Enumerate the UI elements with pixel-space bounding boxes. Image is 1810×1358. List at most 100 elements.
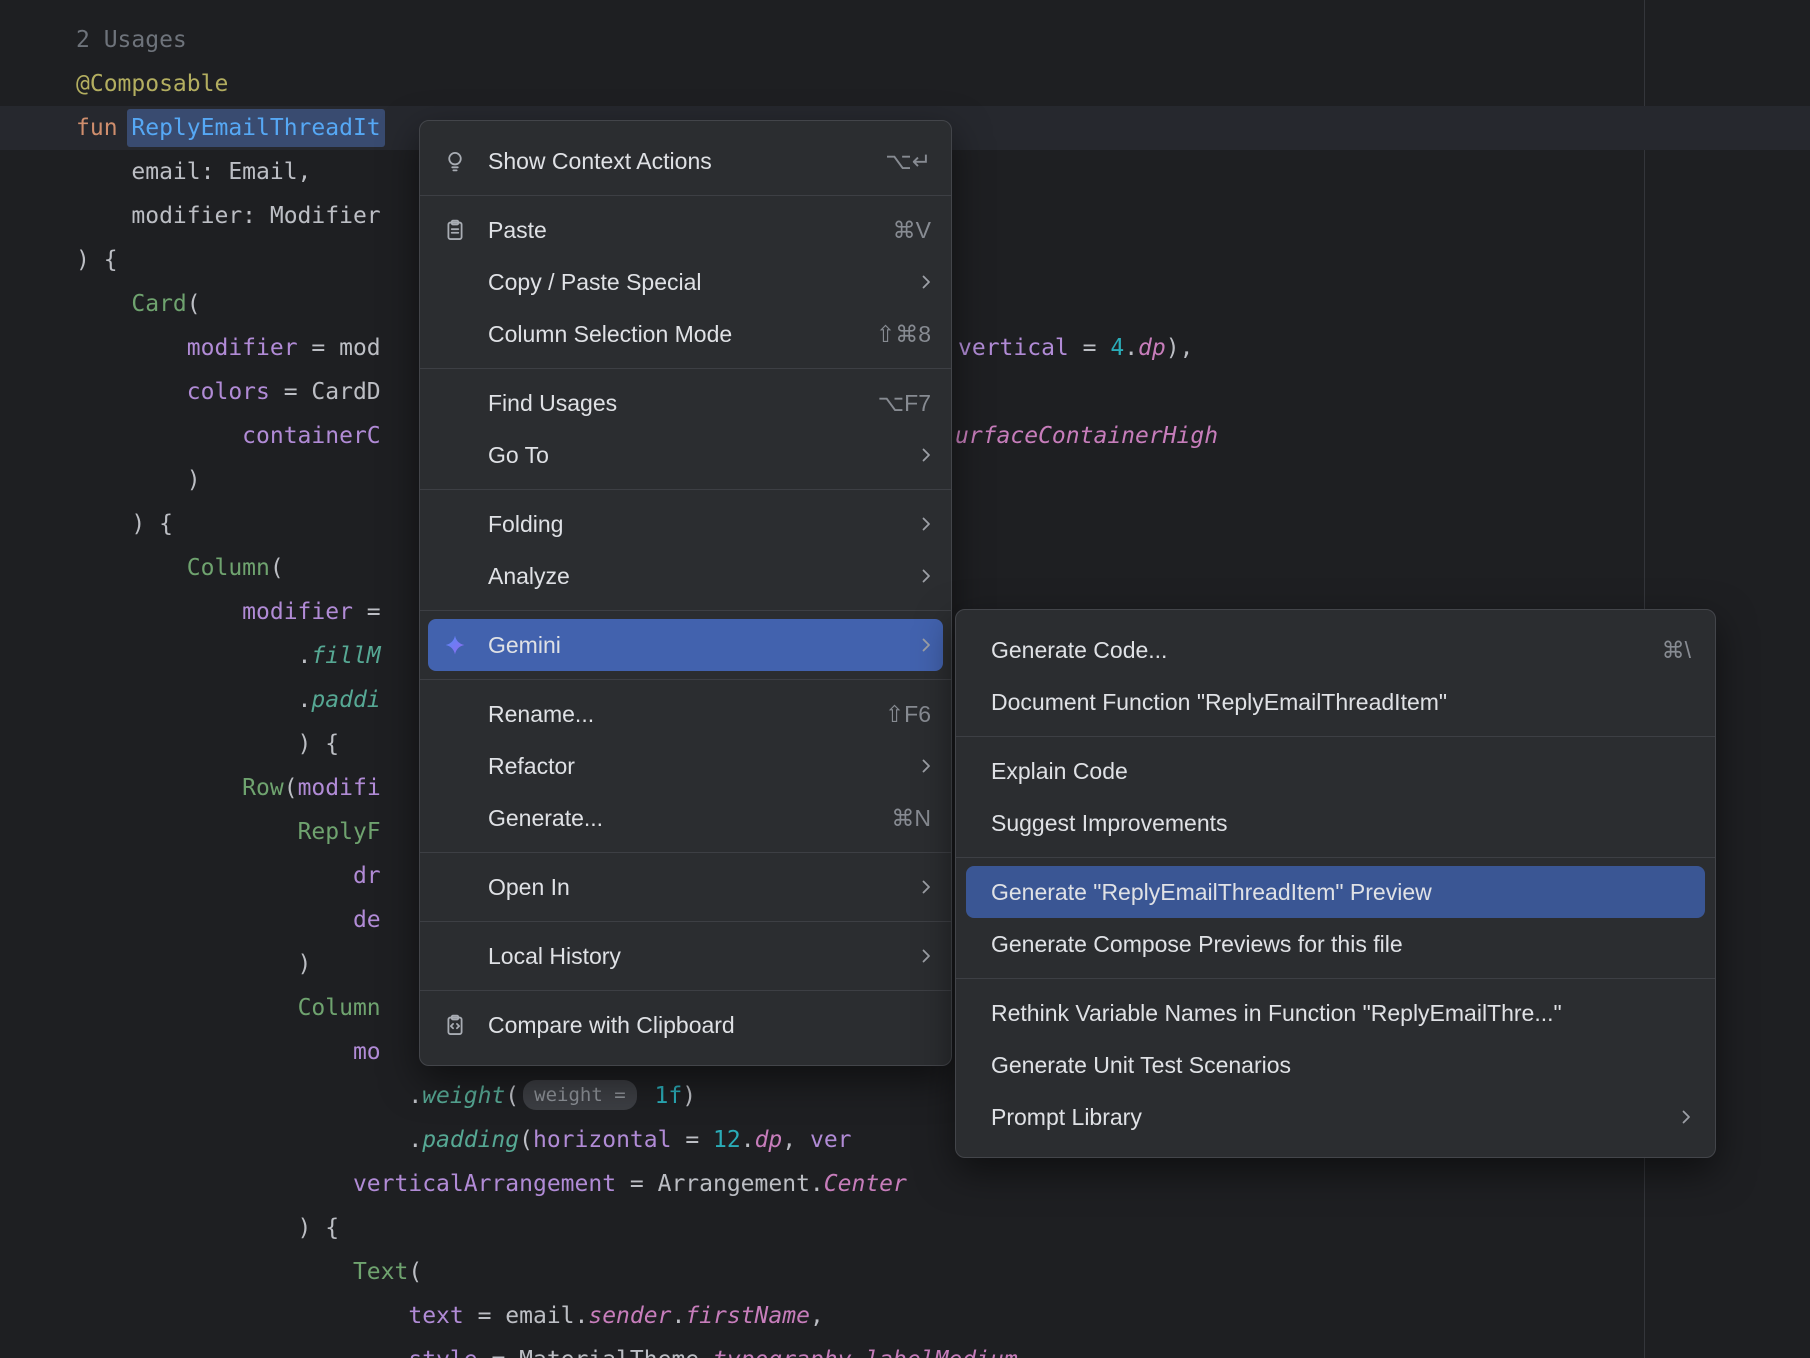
menu-item-rename[interactable]: Rename...⇧F6 [420, 688, 951, 740]
code-token: ( [519, 1127, 533, 1153]
menu-separator [420, 852, 951, 853]
code-token: modifi [298, 775, 381, 801]
menu-item-column-selection-mode[interactable]: Column Selection Mode ⇧⌘8 [420, 308, 951, 360]
code-token: . [851, 1347, 865, 1358]
inline-parameter-hint: weight = [523, 1080, 637, 1110]
menu-shortcut: ⌥F7 [878, 390, 931, 417]
menu-item-label: Column Selection Mode [488, 321, 846, 348]
menu-item-local-history[interactable]: Local History [420, 930, 951, 982]
code-token: paddi [311, 687, 380, 713]
menu-shortcut: ⇧⌘8 [876, 321, 931, 348]
menu-item-label: Paste [488, 217, 863, 244]
menu-item-label: Rename... [488, 701, 855, 728]
code-token [641, 1083, 655, 1109]
menu-item-go-to[interactable]: Go To [420, 429, 951, 481]
code-token [76, 995, 298, 1021]
code-token: vertical [958, 335, 1069, 361]
code-token: Column [187, 555, 270, 581]
code-token: ( [284, 775, 298, 801]
editor-context-menu: Show Context Actions⌥↵ Paste⌘VCopy / Past… [419, 120, 952, 1066]
submenu-arrow-icon [922, 948, 931, 964]
code-token: sender [588, 1303, 671, 1329]
menu-item-label: Local History [488, 943, 892, 970]
code-token: . [1124, 335, 1138, 361]
code-token: ver [810, 1127, 852, 1153]
code-token [76, 599, 242, 625]
menu-item-rethink-variable-names-in-function-replyemailthre[interactable]: Rethink Variable Names in Function "Repl… [956, 987, 1715, 1039]
menu-item-generate-replyemailthreaditem-preview[interactable]: Generate "ReplyEmailThreadItem" Preview [966, 866, 1705, 918]
code-token [76, 1171, 353, 1197]
menu-item-copy-paste-special[interactable]: Copy / Paste Special [420, 256, 951, 308]
code-token: = MaterialTheme. [478, 1347, 713, 1358]
menu-separator [420, 610, 951, 611]
code-token: modifier [242, 599, 353, 625]
code-token: ) { [76, 1215, 339, 1241]
code-line: text = email.sender.firstName, [0, 1294, 1810, 1338]
menu-shortcut: ⌘\ [1662, 637, 1691, 664]
menu-item-label: Gemini [488, 632, 892, 659]
code-token [76, 379, 187, 405]
code-token: , [782, 1127, 810, 1153]
menu-item-document-function-replyemailthreaditem[interactable]: Document Function "ReplyEmailThreadItem" [956, 676, 1715, 728]
code-token [76, 1303, 408, 1329]
code-token: . [741, 1127, 755, 1153]
code-token: ( [187, 291, 201, 317]
code-token: Text [353, 1259, 408, 1285]
code-token: dr [353, 863, 381, 889]
menu-item-prompt-library[interactable]: Prompt Library [956, 1091, 1715, 1143]
code-token: ) [76, 951, 311, 977]
menu-item-generate[interactable]: Generate...⌘N [420, 792, 951, 844]
menu-separator [420, 489, 951, 490]
code-token: = mod [298, 335, 381, 361]
menu-item-compare-with-clipboard[interactable]: Compare with Clipboard [420, 999, 951, 1051]
menu-item-suggest-improvements[interactable]: Suggest Improvements [956, 797, 1715, 849]
menu-item-folding[interactable]: Folding [420, 498, 951, 550]
menu-item-label: Prompt Library [991, 1104, 1652, 1131]
code-token [76, 291, 131, 317]
gemini-icon [444, 634, 488, 656]
menu-item-gemini[interactable]: Gemini [428, 619, 943, 671]
menu-item-show-context-actions[interactable]: Show Context Actions⌥↵ [420, 135, 951, 187]
submenu-arrow-icon [1682, 1109, 1691, 1125]
code-token [76, 863, 353, 889]
menu-item-open-in[interactable]: Open In [420, 861, 951, 913]
code-token: = [353, 599, 381, 625]
menu-item-label: Document Function "ReplyEmailThreadItem" [991, 689, 1691, 716]
menu-item-find-usages[interactable]: Find Usages⌥F7 [420, 377, 951, 429]
code-token: ( [408, 1259, 422, 1285]
code-token [76, 555, 187, 581]
menu-item-label: Show Context Actions [488, 148, 855, 175]
code-token: Card [131, 291, 186, 317]
code-token: , [810, 1303, 824, 1329]
menu-item-paste[interactable]: Paste⌘V [420, 204, 951, 256]
menu-item-generate-code[interactable]: Generate Code...⌘\ [956, 624, 1715, 676]
code-token [76, 1259, 353, 1285]
code-token: ( [505, 1083, 519, 1109]
menu-item-refactor[interactable]: Refactor [420, 740, 951, 792]
code-token: 12 [713, 1127, 741, 1153]
menu-item-label: Generate Unit Test Scenarios [991, 1052, 1691, 1079]
code-token: containerC [242, 423, 380, 449]
code-token: 4 [1110, 335, 1124, 361]
submenu-arrow-icon [922, 879, 931, 895]
menu-item-explain-code[interactable]: Explain Code [956, 745, 1715, 797]
code-token: = email. [464, 1303, 589, 1329]
code-line: ) { [0, 1206, 1810, 1250]
code-token [76, 819, 298, 845]
clipboard-icon [444, 219, 488, 241]
code-token: urfaceContainerHigh [955, 423, 1218, 449]
code-token: . [76, 687, 311, 713]
code-token: text [408, 1303, 463, 1329]
code-fragment-right: vertical = 4.dp), [958, 326, 1193, 370]
code-token: horizontal [533, 1127, 671, 1153]
submenu-arrow-icon [922, 274, 931, 290]
menu-item-label: Go To [488, 442, 892, 469]
menu-item-generate-compose-previews-for-this-file[interactable]: Generate Compose Previews for this file [956, 918, 1715, 970]
code-token: . [76, 1127, 422, 1153]
code-token: ) [76, 467, 201, 493]
code-token [76, 1347, 408, 1358]
menu-item-analyze[interactable]: Analyze [420, 550, 951, 602]
code-token: de [353, 907, 381, 933]
menu-item-generate-unit-test-scenarios[interactable]: Generate Unit Test Scenarios [956, 1039, 1715, 1091]
menu-item-label: Refactor [488, 753, 892, 780]
